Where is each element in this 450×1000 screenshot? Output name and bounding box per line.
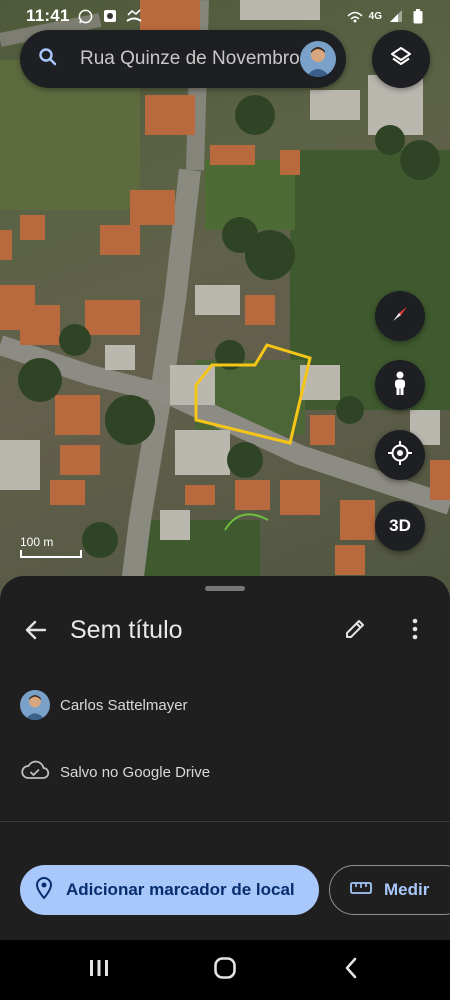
add-place-marker-label: Adicionar marcador de local [66,880,295,899]
layers-icon [389,45,413,74]
cloud-done-icon [20,759,50,786]
arrow-back-icon [25,619,47,646]
back-button[interactable] [20,616,52,648]
save-status-text: Salvo no Google Drive [60,764,211,781]
chevron-left-icon [343,957,359,984]
wifi-calling-icon [347,8,363,24]
3d-toggle-button[interactable]: 3D [375,501,425,551]
street-view-button[interactable] [375,360,425,410]
status-bar: 11:41 4G [0,0,450,32]
location-pin-icon [35,876,53,904]
sheet-header: Sem título [0,612,450,652]
save-status-row: Salvo no Google Drive [20,759,210,786]
system-navigation-bar [0,940,450,1000]
recent-apps-button[interactable] [83,954,115,986]
compass-icon [387,301,413,332]
map-scale: 100 m [20,535,82,558]
missed-call-icon [125,8,142,24]
measure-button[interactable]: Medir [329,865,450,915]
sheet-drag-handle[interactable] [205,586,245,591]
scale-bar [20,550,82,558]
author-avatar [20,690,50,720]
status-time: 11:41 [26,6,70,25]
more-vert-icon [412,618,418,645]
whatsapp-icon [78,8,94,24]
network-type: 4G [368,10,382,22]
bottom-sheet: Sem título Carlos Sattelmayer Salvo no G… [0,576,450,940]
home-icon [213,956,237,985]
recents-icon [88,958,110,983]
edit-button[interactable] [340,616,370,646]
add-place-marker-button[interactable]: Adicionar marcador de local [20,865,319,915]
scale-label: 100 m [20,535,54,549]
search-input[interactable]: Rua Quinze de Novembro [80,48,300,70]
pencil-icon [343,617,367,646]
account-avatar[interactable] [300,41,336,77]
ruler-icon [350,881,372,900]
compass-button[interactable] [375,291,425,341]
sheet-title: Sem título [70,616,183,644]
search-bar[interactable]: Rua Quinze de Novembro [20,30,346,88]
pegman-icon [389,370,411,401]
sheet-divider [0,821,450,822]
more-options-button[interactable] [402,616,428,646]
search-icon [38,47,58,72]
measure-label: Medir [384,880,430,899]
author-row: Carlos Sattelmayer [20,690,188,720]
author-name: Carlos Sattelmayer [60,696,188,714]
signal-icon [388,8,404,24]
my-location-button[interactable] [375,430,425,480]
my-location-icon [387,440,413,471]
photo-icon [102,8,118,24]
battery-icon [410,8,426,24]
layers-button[interactable] [372,30,430,88]
home-button[interactable] [209,954,241,986]
back-nav-button[interactable] [335,954,367,986]
